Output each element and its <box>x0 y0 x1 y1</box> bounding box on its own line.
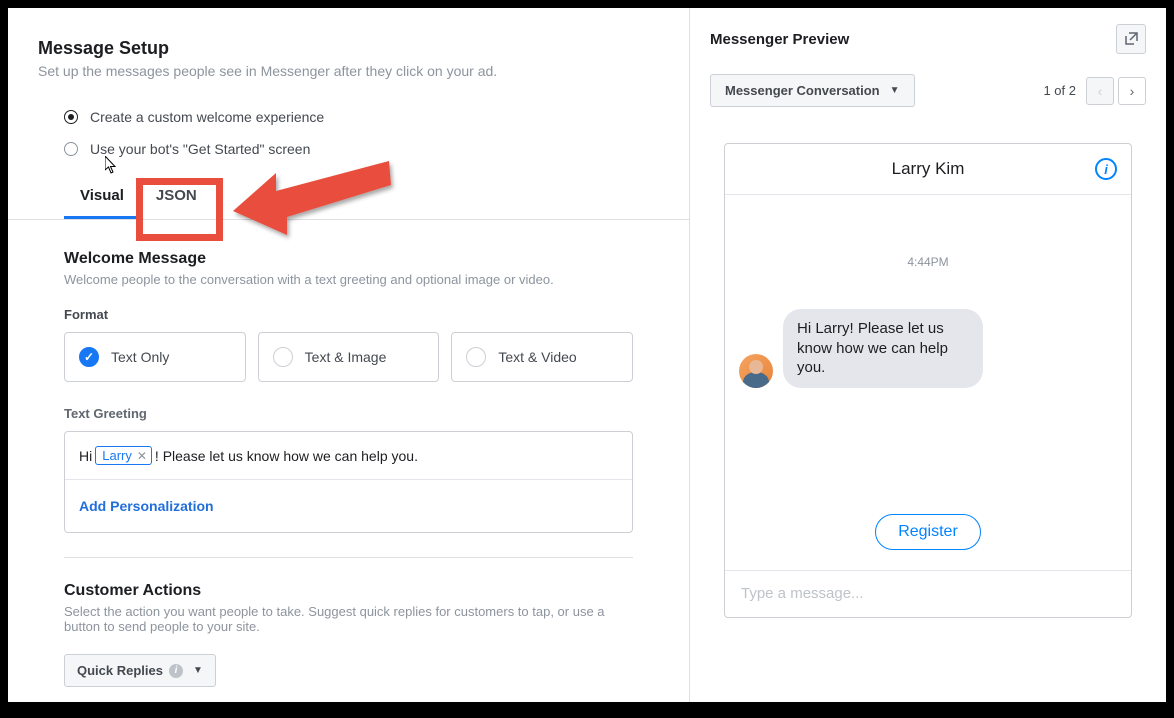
info-button[interactable]: i <box>1095 158 1117 180</box>
prev-button[interactable]: ‹ <box>1086 77 1114 105</box>
format-label: Format <box>64 307 633 322</box>
radio-custom-welcome[interactable]: Create a custom welcome experience <box>64 109 659 125</box>
contact-name: Larry Kim <box>761 159 1095 179</box>
format-option-text-image[interactable]: Text & Image <box>258 332 440 382</box>
greeting-text-pre: Hi <box>79 448 92 464</box>
chevron-down-icon: ▼ <box>193 665 203 676</box>
format-option-label: Text Only <box>111 349 169 365</box>
info-icon: i <box>1104 162 1108 177</box>
format-option-text-video[interactable]: Text & Video <box>451 332 633 382</box>
format-option-label: Text & Video <box>498 349 576 365</box>
register-button[interactable]: Register <box>875 514 981 550</box>
page-title: Message Setup <box>38 38 659 59</box>
next-button[interactable]: › <box>1118 77 1146 105</box>
message-timestamp: 4:44PM <box>739 255 1117 269</box>
quick-replies-dropdown[interactable]: Quick Replies i ▼ <box>64 654 216 687</box>
avatar <box>739 354 773 388</box>
token-label: Larry <box>102 448 132 463</box>
chevron-right-icon: › <box>1130 83 1135 99</box>
customer-actions-title: Customer Actions <box>64 582 633 600</box>
divider <box>64 557 633 558</box>
dropdown-label: Messenger Conversation <box>725 83 880 98</box>
chevron-left-icon: ‹ <box>1098 83 1103 99</box>
radio-icon <box>64 142 78 156</box>
messenger-preview-frame: Larry Kim i 4:44PM Hi Larry! Please let … <box>724 143 1132 618</box>
close-icon[interactable]: ✕ <box>137 449 147 463</box>
page-indicator: 1 of 2 <box>1043 83 1076 98</box>
radio-bot-get-started[interactable]: Use your bot's "Get Started" screen <box>64 141 659 157</box>
radio-label: Use your bot's "Get Started" screen <box>90 141 310 157</box>
greeting-text-post: ! Please let us know how we can help you… <box>155 448 418 464</box>
message-input[interactable]: Type a message... <box>725 570 1131 617</box>
info-icon: i <box>169 664 183 678</box>
check-icon <box>273 347 293 367</box>
chevron-down-icon: ▼ <box>890 85 900 96</box>
expand-button[interactable] <box>1116 24 1146 54</box>
message-bubble: Hi Larry! Please let us know how we can … <box>783 309 983 388</box>
format-option-text-only[interactable]: ✓ Text Only <box>64 332 246 382</box>
personalization-token[interactable]: Larry ✕ <box>95 446 152 465</box>
check-icon: ✓ <box>79 347 99 367</box>
customer-actions-subtitle: Select the action you want people to tak… <box>64 604 633 634</box>
greeting-text-input[interactable]: Hi Larry ✕ ! Please let us know how we c… <box>65 432 632 480</box>
input-placeholder: Type a message... <box>741 585 864 602</box>
preview-title: Messenger Preview <box>710 31 849 48</box>
welcome-message-title: Welcome Message <box>64 250 633 268</box>
radio-label: Create a custom welcome experience <box>90 109 324 125</box>
add-personalization-link[interactable]: Add Personalization <box>65 480 632 532</box>
dropdown-label: Quick Replies <box>77 663 163 678</box>
tab-json[interactable]: JSON <box>140 173 213 219</box>
conversation-dropdown[interactable]: Messenger Conversation ▼ <box>710 74 915 107</box>
welcome-message-subtitle: Welcome people to the conversation with … <box>64 272 633 287</box>
page-subtitle: Set up the messages people see in Messen… <box>38 63 659 79</box>
text-greeting-label: Text Greeting <box>64 406 633 421</box>
format-option-label: Text & Image <box>305 349 387 365</box>
tab-visual[interactable]: Visual <box>64 173 140 219</box>
check-icon <box>466 347 486 367</box>
radio-icon <box>64 110 78 124</box>
expand-icon <box>1124 32 1138 46</box>
